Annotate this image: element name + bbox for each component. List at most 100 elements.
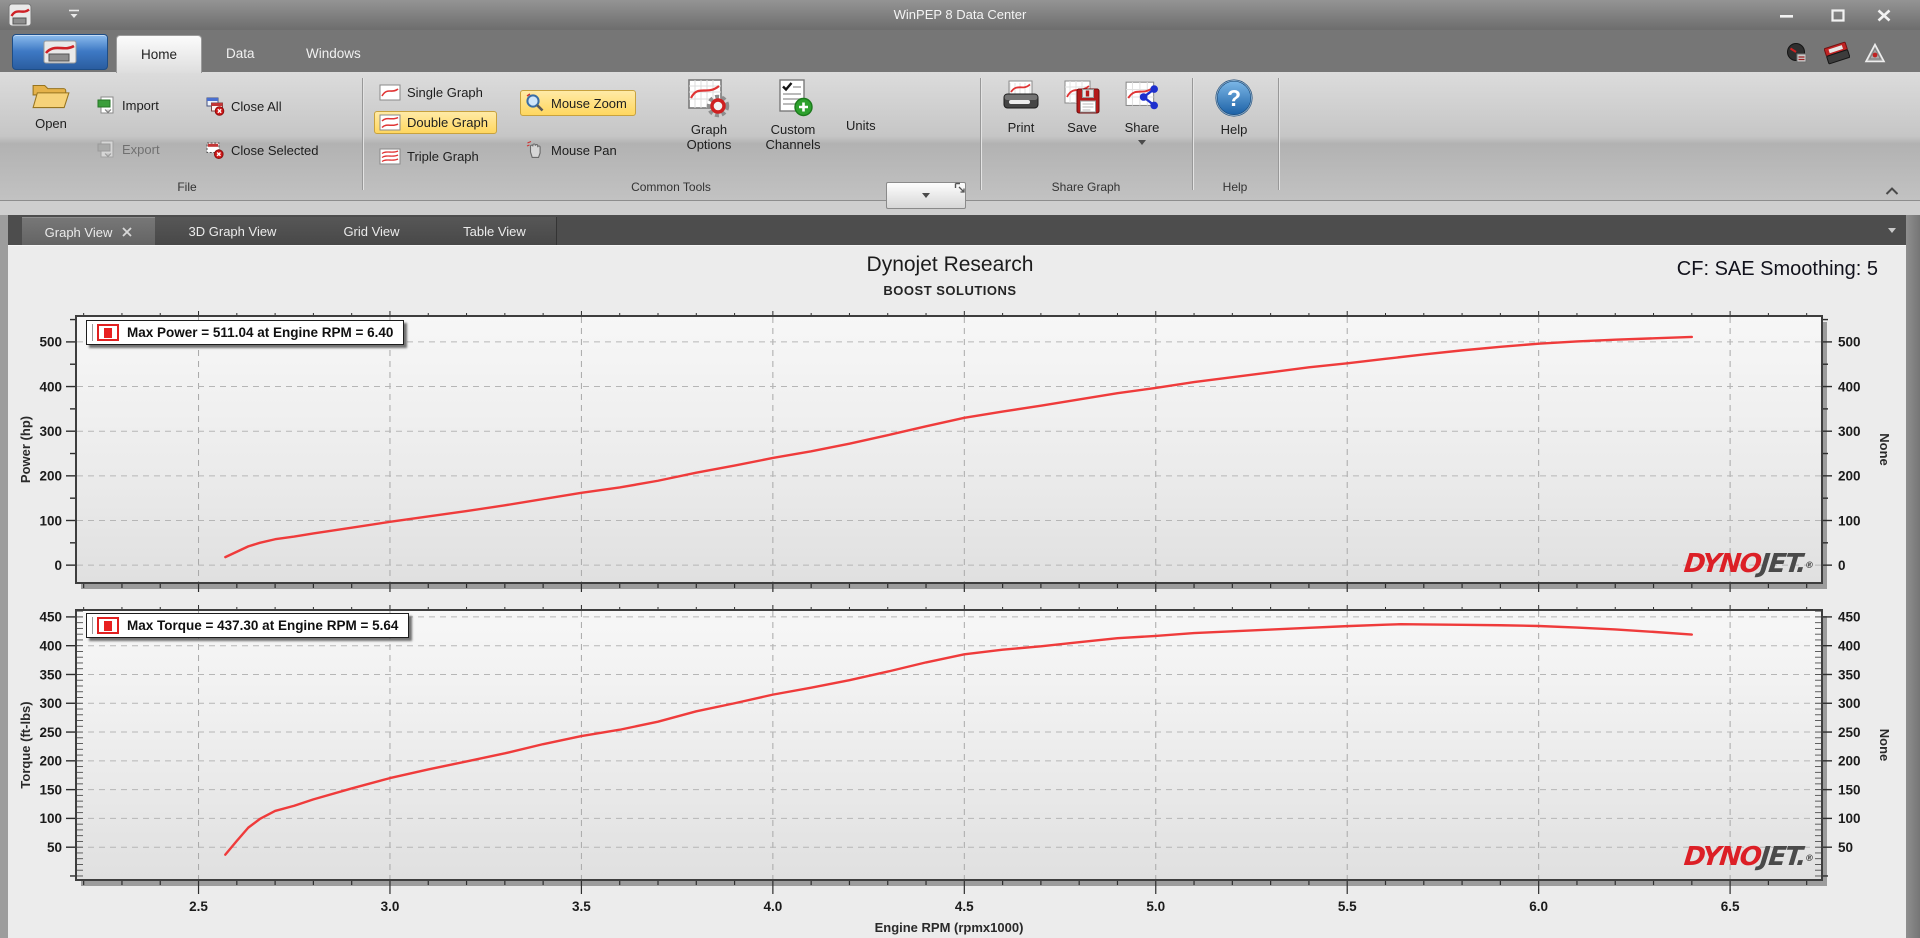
dialog-launcher-icon[interactable] [954, 182, 966, 194]
file-group-label: File [177, 180, 197, 194]
share-graph-group-label: Share Graph [1051, 180, 1121, 194]
graph-options-gear-icon [688, 79, 730, 118]
maximize-icon [1831, 8, 1845, 22]
svg-text:?: ? [1227, 85, 1241, 111]
ribbon-tab-windows[interactable]: Windows [282, 35, 385, 72]
close-all-button[interactable]: Close All [200, 92, 291, 120]
maximize-button[interactable] [1822, 6, 1854, 24]
warning-triangle-icon [1864, 42, 1886, 63]
dynojet-logo-dark: JET. [1758, 842, 1807, 872]
minimize-button[interactable] [1770, 6, 1802, 24]
ribbon-tab-row: Home Data Windows [0, 30, 1920, 73]
single-graph-label: Single Graph [407, 85, 483, 100]
tab-table-view-label: Table View [463, 223, 526, 239]
power-series-swatch [97, 324, 119, 341]
title-bar: WinPEP 8 Data Center [0, 0, 1920, 30]
print-button[interactable]: Print [992, 78, 1050, 135]
print-icon [1003, 80, 1039, 109]
close-all-label: Close All [231, 98, 282, 114]
tab-grid-view[interactable]: Grid View [310, 217, 434, 245]
graph-title: Dynojet Research [866, 253, 1034, 276]
application-menu-button[interactable] [12, 34, 108, 70]
close-button[interactable] [1868, 6, 1900, 24]
correction-factor-label: CF: SAE Smoothing: 5 [1676, 258, 1878, 280]
mouse-zoom-icon [526, 93, 544, 112]
svg-text:250: 250 [1838, 725, 1861, 740]
export-button[interactable]: Export [92, 136, 169, 163]
triple-graph-button[interactable]: Triple Graph [374, 144, 488, 169]
export-csv-icon [97, 140, 114, 158]
custom-channels-label: Custom Channels [765, 122, 821, 152]
share-button[interactable]: Share [1112, 78, 1172, 145]
mouse-pan-label: Mouse Pan [551, 142, 617, 158]
tab-3d-graph-view-label: 3D Graph View [188, 223, 277, 239]
save-button[interactable]: Save [1054, 78, 1110, 135]
graph-subtitle: BOOST SOLUTIONS [883, 283, 1017, 298]
dyno-device-icon [1824, 41, 1850, 65]
dynojet-logo: DYNOJET.® [1683, 549, 1816, 579]
svg-text:0: 0 [54, 558, 62, 573]
tab-graph-view[interactable]: Graph View [22, 217, 156, 246]
svg-text:400: 400 [39, 379, 62, 394]
single-graph-button[interactable]: Single Graph [374, 80, 492, 105]
custom-channels-button[interactable]: Custom Channels [756, 78, 830, 152]
open-button[interactable]: Open [22, 80, 80, 131]
window-right-edge [1906, 215, 1920, 938]
svg-text:100: 100 [1838, 513, 1861, 528]
gauge-tool-button[interactable] [1784, 40, 1810, 66]
svg-text:6.0: 6.0 [1529, 899, 1548, 914]
svg-text:450: 450 [1838, 610, 1861, 625]
svg-text:4.0: 4.0 [763, 899, 782, 914]
mouse-pan-button[interactable]: Mouse Pan [520, 136, 626, 164]
single-graph-icon [379, 84, 401, 101]
svg-text:3.5: 3.5 [572, 899, 591, 914]
torque-chart[interactable]: 2.5 3.0 3.5 4.0 4.5 5.0 5.5 6.0 6.5 50 50 100 100 150… [20, 596, 1900, 938]
alert-tool-button[interactable] [1862, 40, 1888, 66]
svg-text:400: 400 [1838, 638, 1861, 653]
double-graph-button[interactable]: Double Graph [374, 111, 497, 134]
tab-table-view[interactable]: Table View [433, 217, 557, 245]
svg-text:400: 400 [1838, 379, 1861, 394]
import-label: Import [122, 98, 159, 113]
svg-text:None: None [1877, 729, 1892, 762]
graph-options-label: Graph Options [686, 122, 732, 152]
group-divider [1278, 78, 1279, 190]
share-icon [1125, 81, 1158, 110]
svg-text:450: 450 [39, 610, 62, 625]
svg-text:300: 300 [39, 696, 62, 711]
group-divider [362, 78, 363, 190]
close-selected-icon [206, 142, 224, 159]
close-selected-button[interactable]: Close Selected [200, 136, 327, 164]
collapse-ribbon-chevron-icon[interactable] [1884, 186, 1900, 196]
svg-text:300: 300 [39, 424, 62, 439]
mouse-zoom-button[interactable]: Mouse Zoom [520, 90, 636, 116]
help-button[interactable]: ? Help [1202, 78, 1266, 137]
triple-graph-label: Triple Graph [407, 149, 479, 164]
power-legend[interactable]: Max Power = 511.04 at Engine RPM = 6.40 [86, 320, 405, 345]
power-chart[interactable]: 0 0 100 100 200 200 300 300 400 400 500 500 Power (h… [20, 302, 1900, 598]
import-csv-icon [97, 96, 114, 114]
document-tab-strip: Graph View 3D Graph View Grid View Table… [8, 215, 1906, 246]
help-icon: ? [1215, 79, 1253, 117]
ribbon-tab-data-label: Data [226, 46, 255, 61]
tab-3d-graph-view[interactable]: 3D Graph View [155, 217, 311, 245]
mouse-zoom-label: Mouse Zoom [551, 95, 627, 111]
tab-list-dropdown-icon[interactable] [1888, 228, 1896, 233]
svg-text:500: 500 [1838, 335, 1861, 350]
torque-legend[interactable]: Max Torque = 437.30 at Engine RPM = 5.64 [86, 613, 410, 638]
ribbon-tab-home-label: Home [141, 47, 178, 62]
svg-text:2.5: 2.5 [189, 899, 208, 914]
svg-text:100: 100 [39, 513, 62, 528]
tab-close-icon[interactable] [122, 227, 132, 237]
ribbon-tab-home[interactable]: Home [116, 35, 203, 73]
import-button[interactable]: Import [92, 92, 168, 119]
export-label: Export [122, 142, 160, 157]
svg-text:50: 50 [47, 840, 62, 855]
dynojet-logo-registered: ® [1804, 854, 1815, 864]
graph-options-button[interactable]: Graph Options [676, 78, 742, 152]
svg-text:300: 300 [1838, 696, 1861, 711]
svg-text:150: 150 [1838, 782, 1861, 797]
svg-text:Power (hp): Power (hp) [20, 416, 33, 483]
device-tool-button[interactable] [1824, 40, 1850, 66]
ribbon-tab-data[interactable]: Data [202, 35, 279, 72]
